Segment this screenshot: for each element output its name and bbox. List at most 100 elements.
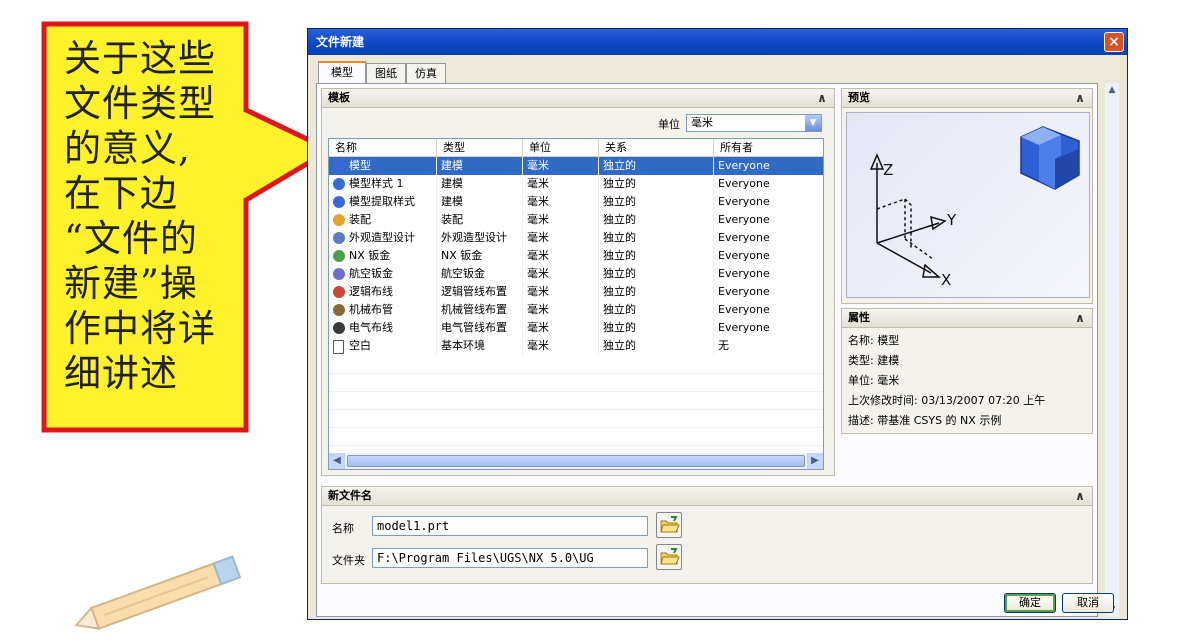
table-cell-owner: Everyone xyxy=(714,247,823,265)
cell-text: 独立的 xyxy=(603,213,636,226)
template-type-icon xyxy=(333,304,345,316)
table-row[interactable]: 外观造型设计 外观造型设计 毫米 独立的 Everyone xyxy=(329,229,823,247)
table-row[interactable]: 逻辑布线 逻辑管线布置 毫米 独立的 Everyone xyxy=(329,283,823,301)
cell-text: Everyone xyxy=(718,321,770,334)
table-cell-relation: 独立的 xyxy=(599,193,714,211)
template-type-icon xyxy=(333,196,345,208)
table-cell-name: 外观造型设计 xyxy=(329,229,437,247)
table-cell-name: 模型提取样式 xyxy=(329,193,437,211)
column-header-unit[interactable]: 单位 xyxy=(523,139,599,157)
table-row[interactable]: 装配 装配 毫米 独立的 Everyone xyxy=(329,211,823,229)
tab-drawing[interactable]: 图纸 xyxy=(366,63,406,83)
cell-text: 基本环境 xyxy=(441,339,485,352)
table-row[interactable]: 模型样式 1 建模 毫米 独立的 Everyone xyxy=(329,175,823,193)
column-header-type[interactable]: 类型 xyxy=(437,139,523,157)
table-cell-unit: 毫米 xyxy=(523,229,599,247)
unit-label: 单位 xyxy=(658,118,680,131)
table-row[interactable]: 空白 基本环境 毫米 独立的 无 xyxy=(329,337,823,355)
scroll-right-icon[interactable]: ▶ xyxy=(807,453,823,469)
cell-text: Everyone xyxy=(718,195,770,208)
table-cell-type: 逻辑管线布置 xyxy=(437,283,523,301)
column-header-name[interactable]: 名称 xyxy=(329,139,437,157)
chevron-down-icon[interactable]: ▼ xyxy=(805,115,821,131)
cell-text: 毫米 xyxy=(527,267,549,280)
folder-input[interactable]: F:\Program Files\UGS\NX 5.0\UG xyxy=(372,548,648,568)
cell-text: 毫米 xyxy=(527,231,549,244)
horizontal-scrollbar[interactable]: ◀ ▶ xyxy=(329,453,823,469)
empty-table-row xyxy=(329,391,823,410)
table-row[interactable]: 电气布线 电气管线布置 毫米 独立的 Everyone xyxy=(329,319,823,337)
table-cell-type: 航空钣金 xyxy=(437,265,523,283)
ok-button[interactable]: 确定 xyxy=(1004,593,1056,613)
table-row[interactable]: 机械布管 机械管线布置 毫米 独立的 Everyone xyxy=(329,301,823,319)
cell-text: Everyone xyxy=(718,303,770,316)
table-header: 名称 类型 单位 关系 所有者 xyxy=(329,139,823,157)
table-cell-owner: Everyone xyxy=(714,265,823,283)
table-cell-relation: 独立的 xyxy=(599,283,714,301)
cell-text: 空白 xyxy=(349,339,371,352)
table-cell-owner: Everyone xyxy=(714,193,823,211)
collapse-icon[interactable]: ∧ xyxy=(814,90,830,106)
cell-text: 独立的 xyxy=(603,267,636,280)
cell-text: Everyone xyxy=(718,213,770,226)
collapse-icon[interactable]: ∧ xyxy=(1072,488,1088,504)
cell-text: 无 xyxy=(718,339,729,352)
template-type-icon xyxy=(333,286,345,298)
cell-text: 独立的 xyxy=(603,303,636,316)
column-header-relation[interactable]: 关系 xyxy=(599,139,714,157)
browse-name-button[interactable] xyxy=(656,512,682,538)
table-row[interactable]: 模型提取样式 建模 毫米 独立的 Everyone xyxy=(329,193,823,211)
cancel-button[interactable]: 取消 xyxy=(1062,593,1114,613)
scrollbar-thumb[interactable] xyxy=(347,455,805,467)
templates-section-header[interactable]: 模板 ∧ xyxy=(321,88,835,108)
table-row[interactable]: 模型 建模 毫米 独立的 Everyone xyxy=(329,157,823,175)
cell-text: 电气管线布置 xyxy=(441,321,507,334)
templates-table: 名称 类型 单位 关系 所有者 模型 建模 毫米 独立的 Everyone 模型样式 1建… xyxy=(328,138,824,470)
column-header-owner[interactable]: 所有者 xyxy=(714,139,823,157)
property-name: 名称: 模型 xyxy=(848,334,900,347)
table-cell-owner: Everyone xyxy=(714,301,823,319)
cell-text: 独立的 xyxy=(603,159,636,172)
scroll-left-icon[interactable]: ◀ xyxy=(329,453,345,469)
vertical-scrollbar[interactable]: ▲ ▼ xyxy=(1105,83,1119,617)
dialog-title: 文件新建 xyxy=(316,35,365,49)
browse-folder-button[interactable] xyxy=(656,544,682,570)
folder-icon xyxy=(660,548,680,565)
tab-simulation[interactable]: 仿真 xyxy=(406,63,446,83)
table-cell-relation: 独立的 xyxy=(599,211,714,229)
collapse-icon[interactable]: ∧ xyxy=(1072,90,1088,106)
cell-text: 装配 xyxy=(441,213,463,226)
collapse-icon[interactable]: ∧ xyxy=(1072,310,1088,326)
cell-text: 毫米 xyxy=(527,285,549,298)
table-row[interactable]: 航空钣金 航空钣金 毫米 独立的 Everyone xyxy=(329,265,823,283)
scroll-up-icon[interactable]: ▲ xyxy=(1105,83,1119,97)
dialog-client: 模型 图纸 仿真 模板 ∧ 单位 毫米 ▼ 名称 类型 单位 关系 所有者 模型… xyxy=(312,55,1123,617)
table-cell-type: 建模 xyxy=(437,175,523,193)
empty-table-row xyxy=(329,427,823,446)
new-filename-section-header[interactable]: 新文件名 ∧ xyxy=(321,486,1093,506)
template-type-icon xyxy=(333,160,345,172)
cell-text: 毫米 xyxy=(527,321,549,334)
properties-section-header[interactable]: 属性 ∧ xyxy=(841,308,1093,328)
template-type-icon xyxy=(333,232,345,244)
unit-dropdown[interactable]: 毫米 ▼ xyxy=(686,114,822,132)
table-row[interactable]: NX 钣金 NX 钣金 毫米 独立的 Everyone xyxy=(329,247,823,265)
preview-section-header[interactable]: 预览 ∧ xyxy=(841,88,1093,108)
cell-text: 毫米 xyxy=(527,159,549,172)
table-cell-relation: 独立的 xyxy=(599,319,714,337)
callout-line: 关于这些 xyxy=(64,37,216,80)
empty-table-row xyxy=(329,355,823,374)
cell-text: 独立的 xyxy=(603,177,636,190)
table-cell-name: 模型 xyxy=(329,157,437,175)
preview-section-body: Z Y X xyxy=(841,108,1093,304)
tab-model[interactable]: 模型 xyxy=(318,61,366,83)
filename-input[interactable]: model1.prt xyxy=(372,516,648,536)
table-cell-owner: Everyone xyxy=(714,211,823,229)
table-cell-unit: 毫米 xyxy=(523,157,599,175)
table-cell-type: 建模 xyxy=(437,157,523,175)
cell-text: 机械布管 xyxy=(349,303,393,316)
close-button[interactable]: × xyxy=(1104,32,1124,52)
template-type-icon xyxy=(333,250,345,262)
cell-text: 独立的 xyxy=(603,339,636,352)
table-cell-relation: 独立的 xyxy=(599,265,714,283)
